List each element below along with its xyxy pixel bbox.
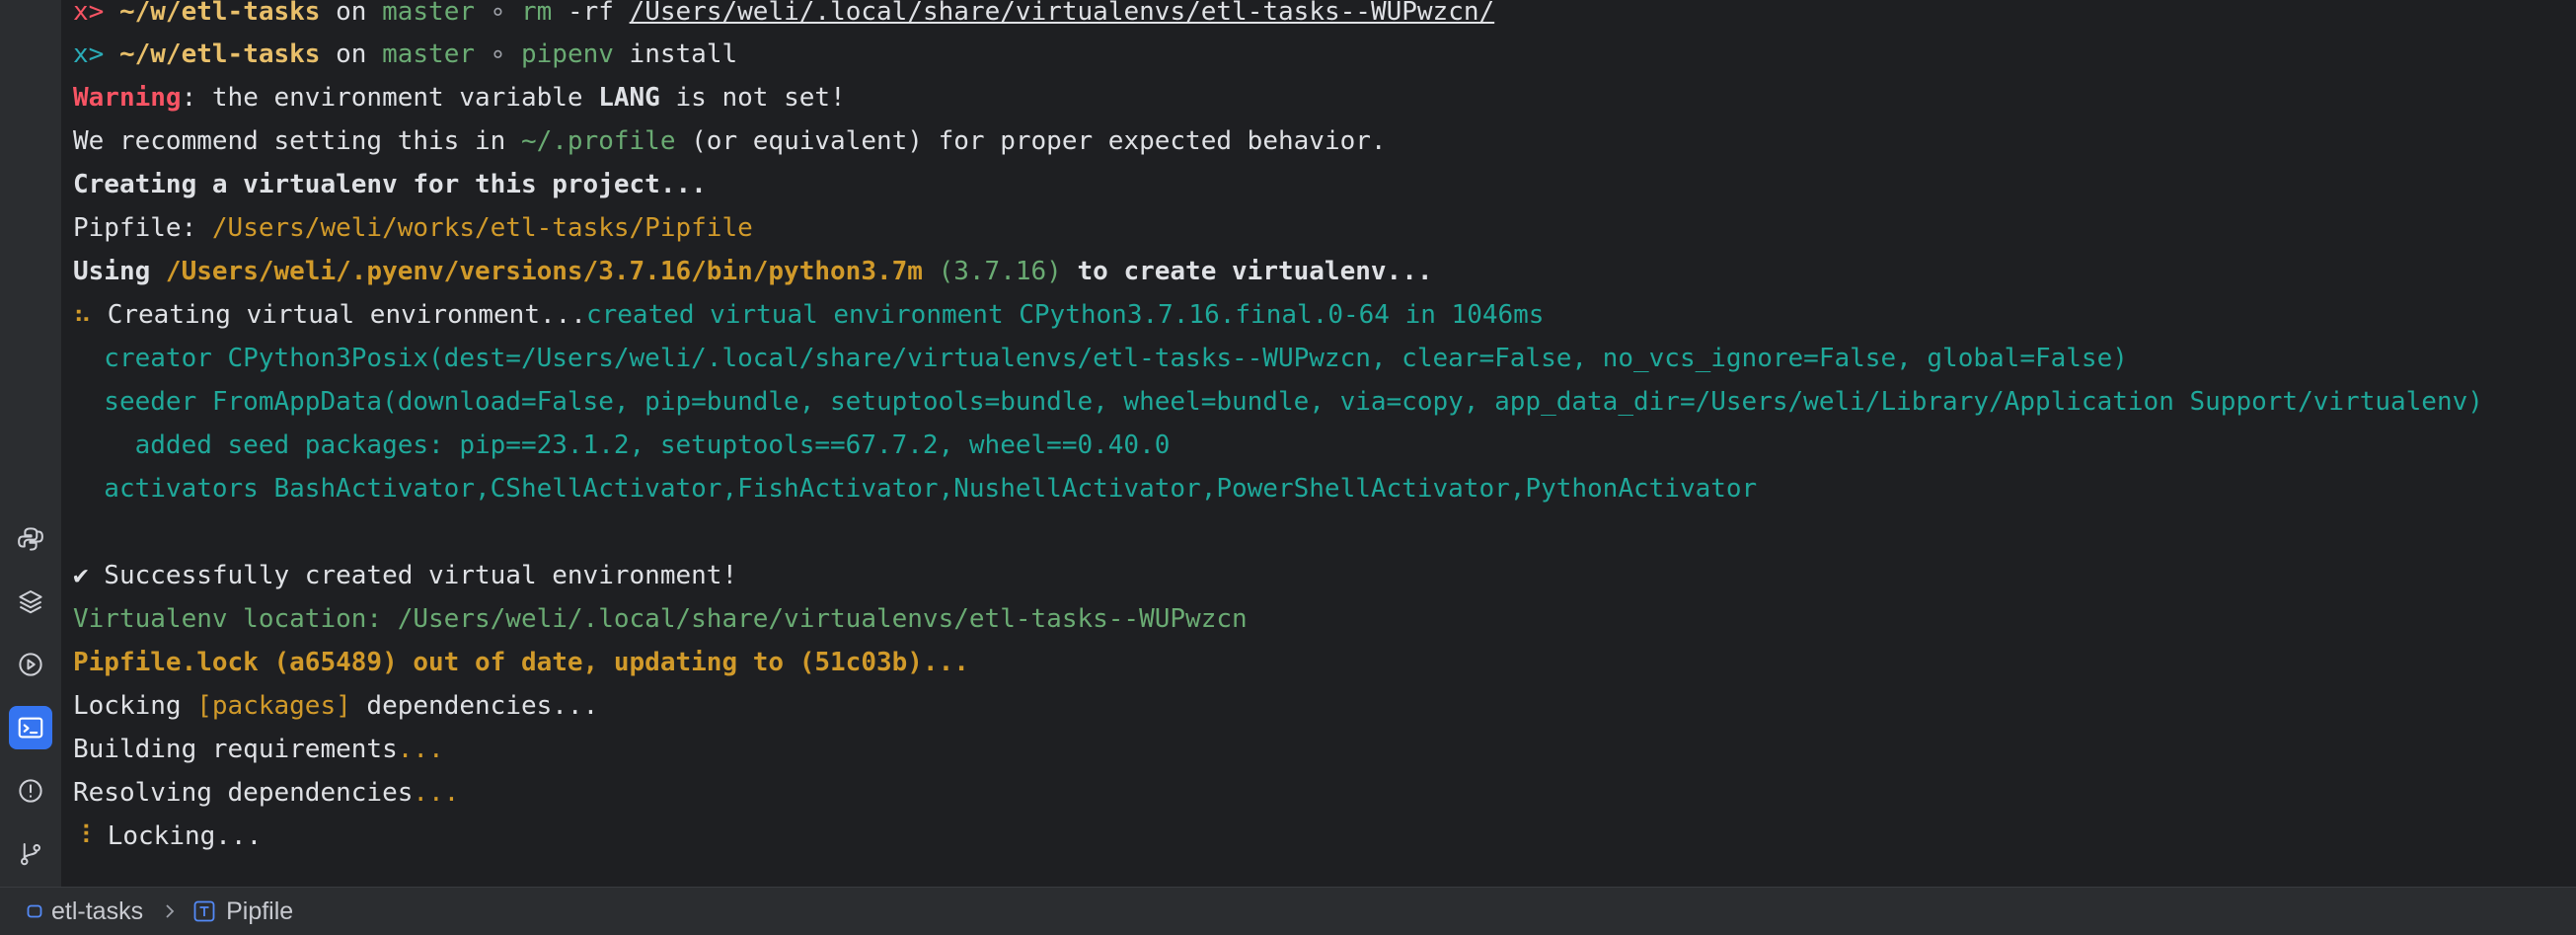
chevron-right-icon [163, 901, 177, 921]
terminal-output[interactable]: x> ~/w/etl-tasks on master ∘ rm -rf /Use… [61, 0, 2576, 887]
git-icon[interactable] [9, 832, 52, 876]
python-console-icon[interactable] [9, 517, 52, 561]
terminal-line: ✔ Successfully created virtual environme… [73, 561, 738, 590]
terminal-line: seeder FromAppData(download=False, pip=b… [73, 387, 2483, 417]
command: pipenv [520, 39, 614, 69]
tool-window-sidebar [0, 0, 62, 887]
terminal-line: ⠸ Locking... [73, 821, 263, 851]
terminal-line: Resolving dependencies... [73, 778, 460, 808]
terminal-line: Using /Users/weli/.pyenv/versions/3.7.16… [73, 257, 1433, 286]
git-branch: master [382, 39, 476, 69]
spinner-icon: ⠦ [73, 300, 93, 330]
status-bar: etl-tasks Pipfile [0, 887, 2576, 935]
prompt-directory: ~/w/etl-tasks [118, 39, 321, 69]
git-branch: master [382, 0, 476, 27]
pipfile-path[interactable]: /Users/weli/works/etl-tasks/Pipfile [212, 213, 753, 243]
terminal-line: x> ~/w/etl-tasks on master ∘ pipenv inst… [73, 39, 738, 69]
python-path[interactable]: /Users/weli/.pyenv/versions/3.7.16/bin/p… [166, 257, 923, 286]
prompt-symbol: x> [73, 0, 105, 27]
terminal-line: added seed packages: pip==23.1.2, setupt… [73, 430, 1171, 460]
terminal-line: Virtualenv location: /Users/weli/.local/… [73, 604, 1248, 634]
toml-file-icon [193, 900, 215, 922]
terminal-line: Pipfile: /Users/weli/works/etl-tasks/Pip… [73, 213, 753, 243]
project-icon [27, 904, 42, 918]
breadcrumb-file[interactable]: Pipfile [192, 897, 293, 926]
terminal-line: Pipfile.lock (a65489) out of date, updat… [73, 648, 969, 677]
terminal-icon[interactable] [9, 706, 52, 749]
terminal-line: ⠦ Creating virtual environment...created… [73, 300, 1545, 330]
project-name: etl-tasks [51, 896, 144, 925]
terminal-line: creator CPython3Posix(dest=/Users/weli/.… [73, 344, 2128, 373]
terminal-line: Warning: the environment variable LANG i… [73, 83, 846, 113]
prompt-directory: ~/w/etl-tasks [118, 0, 321, 27]
problems-icon[interactable] [9, 769, 52, 813]
terminal-line: We recommend setting this in ~/.profile … [73, 126, 1387, 156]
breadcrumb-project[interactable]: etl-tasks [26, 897, 143, 926]
spinner-icon: ⠸ [73, 821, 93, 851]
terminal-line: activators BashActivator,CShellActivator… [73, 474, 1758, 504]
terminal-line: Creating a virtualenv for this project..… [73, 170, 707, 199]
terminal-line: Building requirements... [73, 735, 444, 764]
layers-icon[interactable] [9, 580, 52, 623]
command: rm [520, 0, 553, 27]
file-name: Pipfile [226, 896, 294, 925]
command-path[interactable]: /Users/weli/.local/share/virtualenvs/etl… [630, 0, 1495, 27]
services-icon[interactable] [9, 643, 52, 686]
prompt-symbol: x> [73, 39, 105, 69]
warning-label: Warning [73, 83, 182, 113]
terminal-line: x> ~/w/etl-tasks on master ∘ rm -rf /Use… [73, 0, 1494, 34]
terminal-line: Locking [packages] dependencies... [73, 691, 599, 721]
